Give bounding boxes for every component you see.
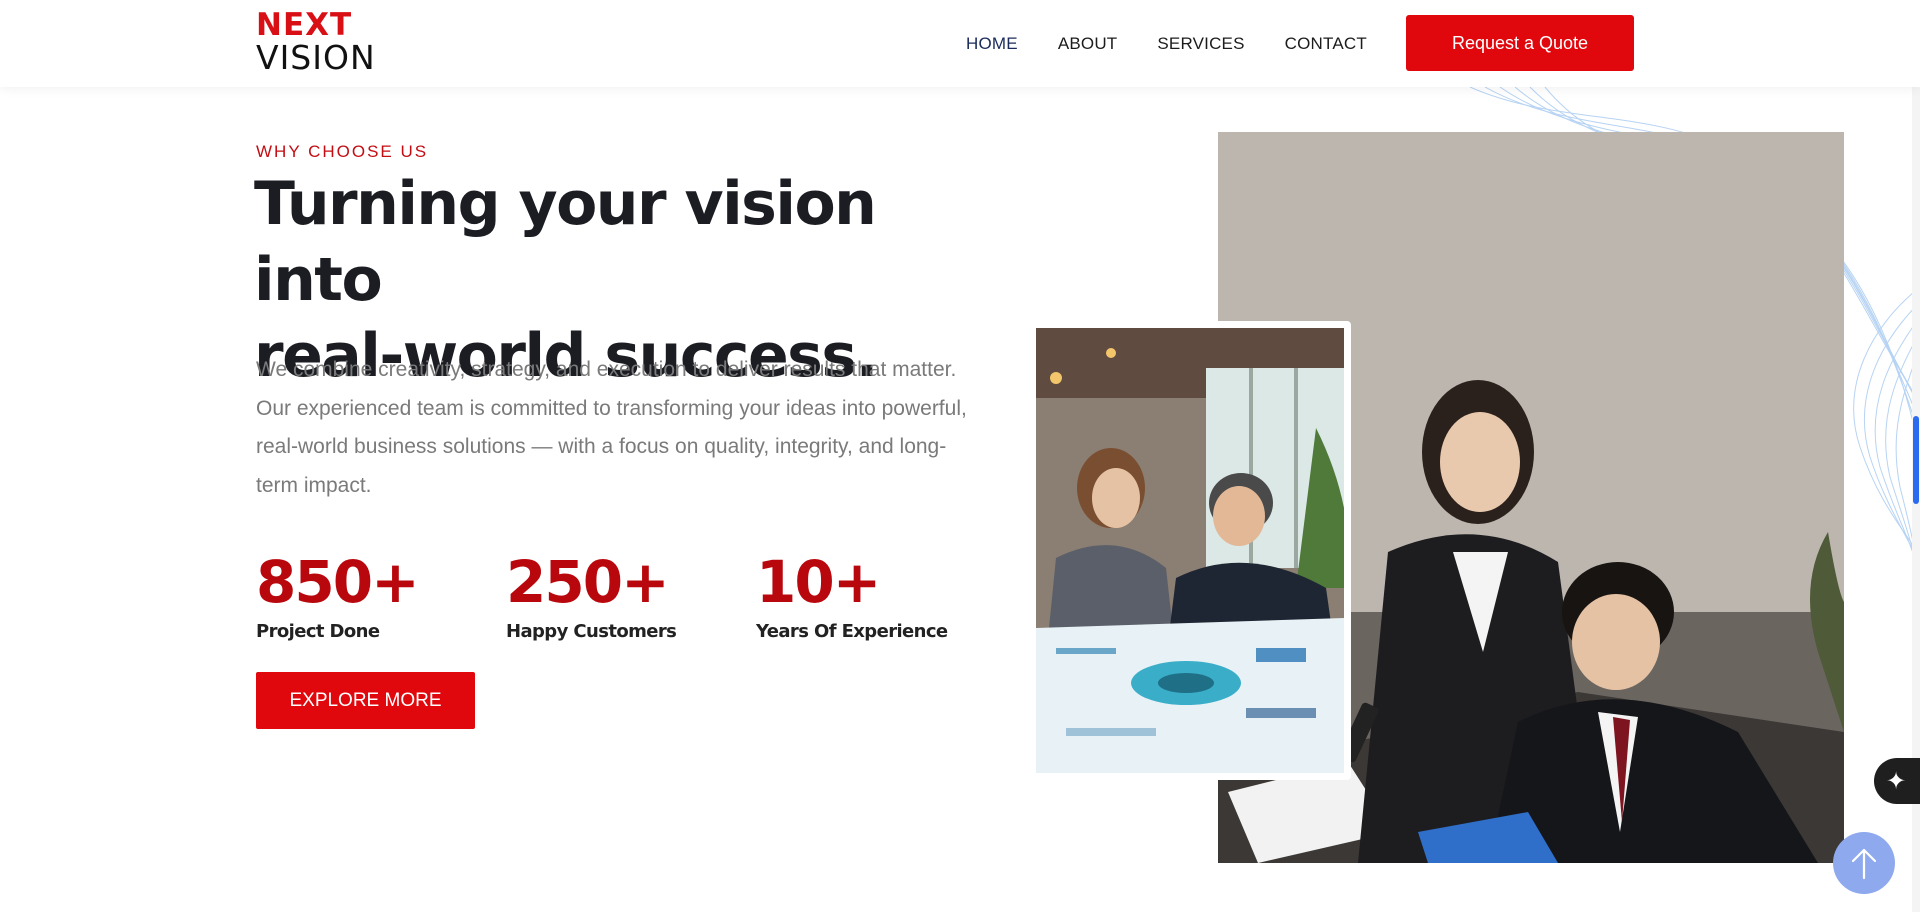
headline-line-1: Turning your vision into — [254, 169, 877, 315]
nav-home[interactable]: HOME — [966, 34, 1018, 54]
stat-label: Years Of Experience — [756, 621, 948, 642]
stat-value: 10+ — [756, 548, 881, 616]
logo-text-bottom: VISION — [256, 38, 376, 77]
nav-services[interactable]: SERVICES — [1157, 34, 1244, 54]
logo-text-top: NEXT — [256, 7, 353, 43]
arrow-up-icon — [1851, 848, 1877, 880]
stat-label: Happy Customers — [506, 621, 677, 642]
request-quote-button[interactable]: Request a Quote — [1406, 15, 1634, 71]
site-header: NEXT VISION HOME ABOUT SERVICES CONTACT … — [0, 0, 1920, 87]
section-eyebrow: WHY CHOOSE US — [256, 142, 429, 161]
scroll-to-top-button[interactable] — [1833, 832, 1895, 894]
nav-about[interactable]: ABOUT — [1058, 34, 1118, 54]
team-photo-small-image — [1036, 328, 1344, 773]
main-nav: HOME ABOUT SERVICES CONTACT — [966, 0, 1407, 87]
stat-experience: 10+ Years Of Experience — [756, 547, 1006, 642]
explore-more-button[interactable]: EXPLORE MORE — [256, 672, 475, 729]
sparkle-icon: ✦ — [1886, 767, 1907, 795]
logo[interactable]: NEXT VISION — [256, 10, 376, 78]
stat-projects: 850+ Project Done — [256, 547, 506, 642]
section-description: We combine creativity, strategy, and exe… — [256, 358, 967, 497]
team-photo-small — [1034, 321, 1351, 780]
stat-value: 850+ — [256, 548, 420, 616]
scrollbar-thumb[interactable] — [1913, 416, 1919, 504]
stat-value: 250+ — [506, 548, 670, 616]
stat-label: Project Done — [256, 621, 380, 642]
stat-customers: 250+ Happy Customers — [506, 547, 756, 642]
ai-assistant-widget[interactable]: ✦ — [1874, 758, 1920, 804]
nav-contact[interactable]: CONTACT — [1285, 34, 1367, 54]
team-photo-small-illustration — [1036, 328, 1344, 773]
stats-row: 850+ Project Done 250+ Happy Customers 1… — [256, 547, 1006, 642]
